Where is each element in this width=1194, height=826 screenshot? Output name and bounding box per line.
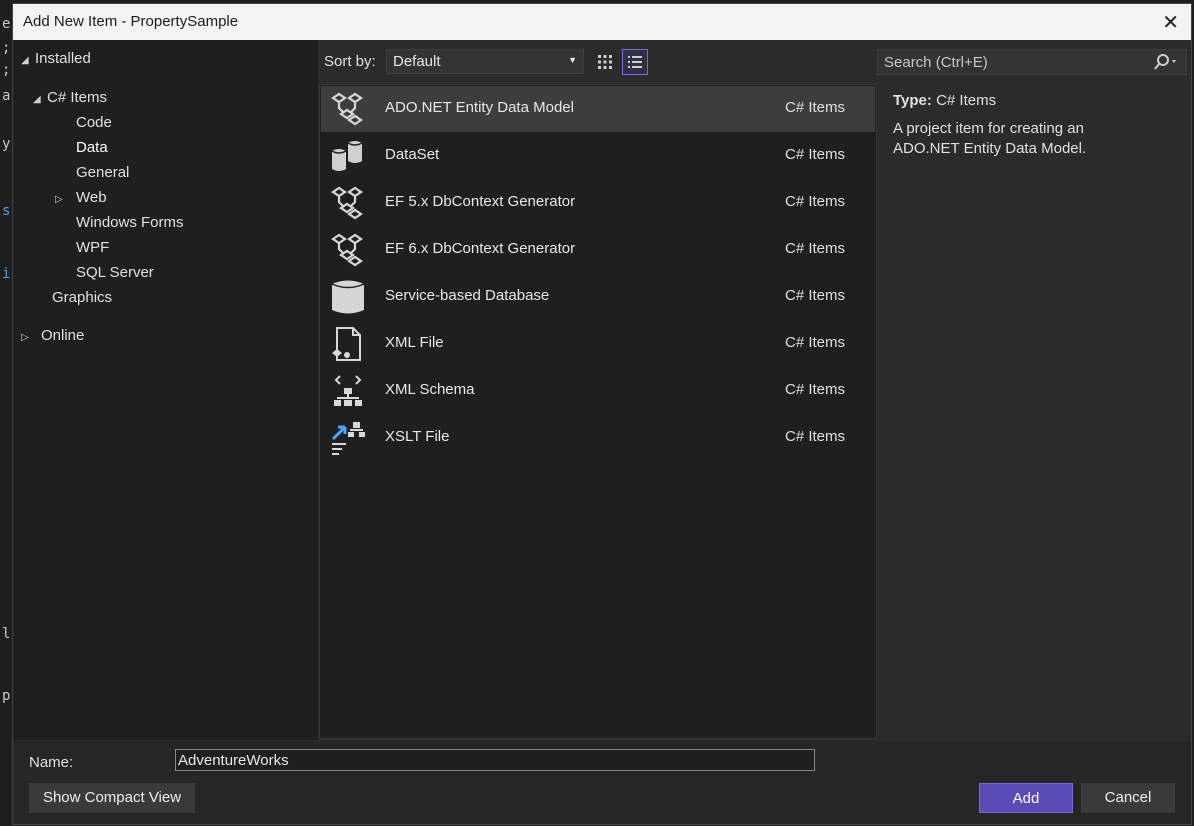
list-item[interactable]: EF 6.x DbContext Generator C# Items xyxy=(321,227,875,273)
tree-label: Data xyxy=(76,139,108,156)
tree-label: Installed xyxy=(35,50,91,67)
dialog-title: Add New Item - PropertySample xyxy=(23,13,239,30)
tree-item-web[interactable]: ▷ Web xyxy=(55,187,107,209)
tree-item-online[interactable]: ▷ Online xyxy=(21,325,84,347)
item-name: XML Schema xyxy=(385,381,475,398)
item-type-line: Type: C# Items xyxy=(893,92,1183,109)
list-item[interactable]: XML File C# Items xyxy=(321,321,875,367)
item-description: A project item for creating an ADO.NET E… xyxy=(893,120,1087,157)
item-name: EF 5.x DbContext Generator xyxy=(385,193,576,210)
editor-glyph: p xyxy=(2,688,11,704)
sort-value: Default xyxy=(393,53,441,70)
item-category: C# Items xyxy=(785,381,846,398)
item-category: C# Items xyxy=(785,287,846,304)
type-value: C# Items xyxy=(936,92,997,109)
item-category: C# Items xyxy=(785,428,846,445)
list-item[interactable]: EF 5.x DbContext Generator C# Items xyxy=(321,180,875,226)
xml-schema-icon xyxy=(334,375,362,406)
entity-model-icon xyxy=(331,92,363,126)
sort-by-label: Sort by: xyxy=(324,53,376,70)
tree-label: C# Items xyxy=(47,89,108,106)
list-view-icon xyxy=(628,56,642,68)
type-label: Type: xyxy=(893,92,932,109)
dataset-icon xyxy=(331,141,363,171)
editor-glyph: y xyxy=(2,136,11,152)
editor-glyph: e xyxy=(2,16,11,32)
search-placeholder: Search (Ctrl+E) xyxy=(884,54,988,71)
bottom-bar: Name: Show Compact View Add Cancel xyxy=(13,741,1191,824)
editor-glyph: ; xyxy=(2,62,11,78)
list-item[interactable]: XSLT File C# Items xyxy=(321,415,875,461)
list-item[interactable]: Service-based Database C# Items xyxy=(321,274,875,320)
item-category: C# Items xyxy=(785,240,846,257)
editor-glyph: l xyxy=(2,626,11,642)
search-input[interactable]: Search (Ctrl+E) xyxy=(877,49,1187,75)
grid-view-icon xyxy=(598,55,612,69)
item-category: C# Items xyxy=(785,334,846,351)
chevron-down-icon: ▼ xyxy=(568,55,577,65)
entity-model-icon xyxy=(331,233,363,267)
tree-item-installed[interactable]: ◢ Installed xyxy=(21,48,91,70)
item-name: XSLT File xyxy=(385,428,450,445)
title-bar: Add New Item - PropertySample ✕ xyxy=(13,4,1191,40)
item-details-panel: Type: C# Items A project item for creati… xyxy=(893,92,1183,159)
sort-by-dropdown[interactable]: Default ▼ xyxy=(386,49,584,74)
tree-label: Windows Forms xyxy=(76,214,184,231)
close-icon[interactable]: ✕ xyxy=(1162,10,1179,35)
tree-item-general[interactable]: General xyxy=(76,162,129,184)
tree-label: Web xyxy=(76,189,107,206)
search-icon[interactable] xyxy=(1152,52,1180,76)
add-button[interactable]: Add xyxy=(979,783,1073,813)
tree-item-code[interactable]: Code xyxy=(76,112,112,134)
item-category: C# Items xyxy=(785,193,846,210)
editor-glyph: i xyxy=(2,266,11,282)
tree-item-windows-forms[interactable]: Windows Forms xyxy=(76,212,184,234)
collapsed-triangle-icon[interactable]: ▷ xyxy=(21,327,41,349)
tree-label: General xyxy=(76,164,130,181)
name-label: Name: xyxy=(29,754,74,771)
item-category: C# Items xyxy=(785,146,846,163)
item-name: EF 6.x DbContext Generator xyxy=(385,240,576,257)
tree-label: WPF xyxy=(76,239,110,256)
tree-label: Online xyxy=(41,327,85,344)
add-new-item-dialog: Add New Item - PropertySample ✕ ◢ Install… xyxy=(12,3,1192,825)
item-category: C# Items xyxy=(785,99,846,116)
expanded-triangle-icon: ◢ xyxy=(33,94,41,105)
item-name: XML File xyxy=(385,334,444,351)
show-compact-view-button[interactable]: Show Compact View xyxy=(29,783,195,813)
tree-item-graphics[interactable]: Graphics xyxy=(52,287,112,309)
editor-glyph: ; xyxy=(2,40,11,56)
tree-item-data[interactable]: Data xyxy=(76,137,108,159)
list-item[interactable]: ADO.NET Entity Data Model C# Items xyxy=(321,86,875,132)
tree-item-sql-server[interactable]: SQL Server xyxy=(76,262,154,284)
editor-glyph: s xyxy=(2,203,11,219)
item-name: ADO.NET Entity Data Model xyxy=(385,99,574,116)
item-template-list: ADO.NET Entity Data Model C# Items DataS… xyxy=(319,84,877,739)
tree-label: Graphics xyxy=(52,289,113,306)
collapsed-triangle-icon[interactable]: ▷ xyxy=(55,189,76,211)
tree-item-csharp-items[interactable]: ◢ C# Items xyxy=(33,87,107,109)
editor-glyph: a xyxy=(2,88,11,104)
name-field[interactable] xyxy=(175,749,815,771)
item-name: DataSet xyxy=(385,146,440,163)
tree-item-wpf[interactable]: WPF xyxy=(76,237,109,259)
expanded-triangle-icon: ◢ xyxy=(21,55,29,66)
xml-file-icon xyxy=(332,327,361,361)
xslt-file-icon xyxy=(331,422,365,455)
list-item[interactable]: XML Schema C# Items xyxy=(321,368,875,414)
list-item[interactable]: DataSet C# Items xyxy=(321,133,875,179)
template-tree: ◢ Installed ◢ C# Items Code Data General ▷… xyxy=(13,40,318,740)
grid-view-button[interactable] xyxy=(592,49,618,75)
cancel-button[interactable]: Cancel xyxy=(1081,783,1175,813)
list-view-button[interactable] xyxy=(622,49,648,75)
item-name: Service-based Database xyxy=(385,287,550,304)
tree-label: Code xyxy=(76,114,112,131)
entity-model-icon xyxy=(331,186,363,220)
tree-label: SQL Server xyxy=(76,264,154,281)
database-icon xyxy=(331,280,365,314)
